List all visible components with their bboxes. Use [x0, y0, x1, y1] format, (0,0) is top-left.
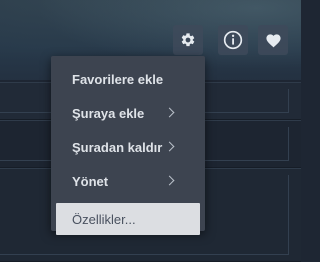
menu-item-label: Favorilere ekle: [72, 71, 164, 87]
chevron-right-icon: [164, 175, 175, 186]
info-button[interactable]: [218, 25, 248, 55]
menu-item-label: Şuradan kaldır: [72, 139, 163, 155]
favorite-button[interactable]: [258, 25, 288, 55]
info-icon: [223, 30, 243, 50]
menu-item-properties[interactable]: Özellikler...: [56, 203, 200, 235]
context-menu: Favorilere ekle Şuraya ekle Şuradan kald…: [51, 56, 205, 235]
chevron-right-icon: [164, 141, 175, 152]
menu-item-label: Şuraya ekle: [72, 105, 145, 121]
menu-item-remove-from[interactable]: Şuradan kaldır: [56, 130, 200, 164]
menu-item-manage[interactable]: Yönet: [56, 164, 200, 198]
heart-icon: [265, 32, 282, 48]
menu-item-add-to-favorites[interactable]: Favorilere ekle: [56, 62, 200, 96]
menu-item-label: Yönet: [72, 173, 109, 189]
menu-item-label: Özellikler...: [72, 211, 136, 227]
settings-button[interactable]: [173, 25, 203, 55]
gear-icon: [180, 32, 196, 48]
menu-item-add-to[interactable]: Şuraya ekle: [56, 96, 200, 130]
chevron-right-icon: [164, 107, 175, 118]
